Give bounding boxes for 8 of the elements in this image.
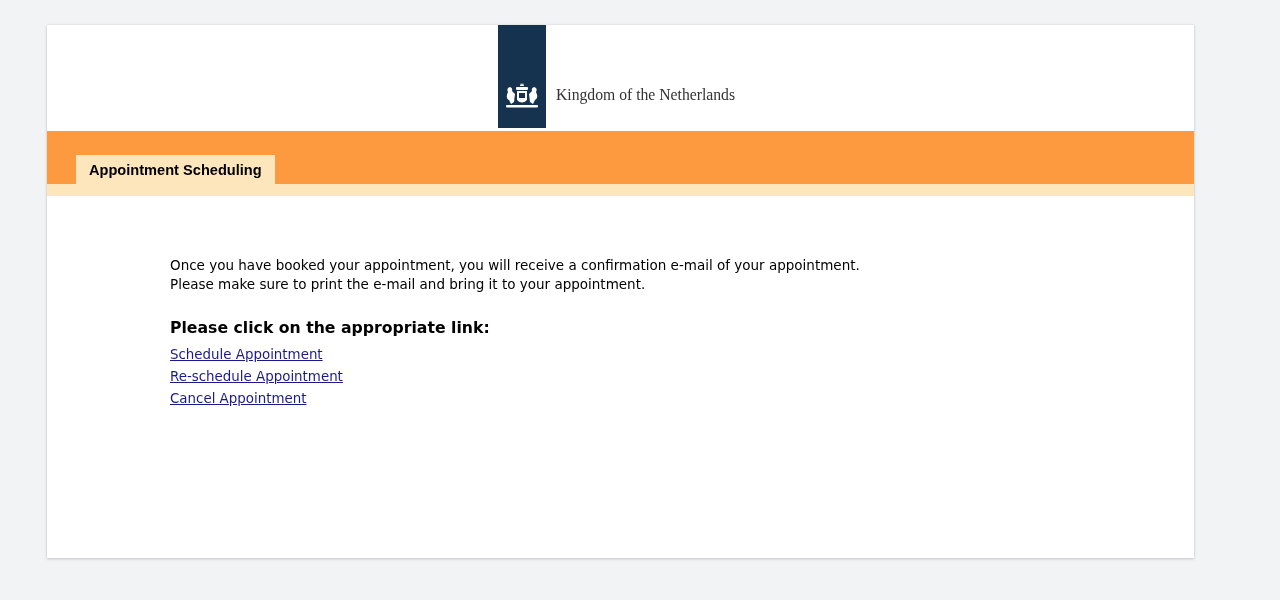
info-text: Once you have booked your appointment, you will receive a confirmation e-mail of your appointment.: [170, 256, 860, 275]
section-tab[interactable]: Appointment Scheduling: [76, 155, 275, 184]
appointment-link[interactable]: Schedule Appointment: [170, 347, 323, 363]
appointment-link[interactable]: Cancel Appointment: [170, 391, 307, 407]
logo-text: Kingdom of the Netherlands: [555, 85, 736, 104]
links-heading: Please click on the appropriate link:: [170, 318, 490, 338]
appointment-link[interactable]: Re-schedule Appointment: [170, 369, 343, 385]
info-text: Please make sure to print the e-mail and bring it to your appointment.: [170, 275, 646, 294]
